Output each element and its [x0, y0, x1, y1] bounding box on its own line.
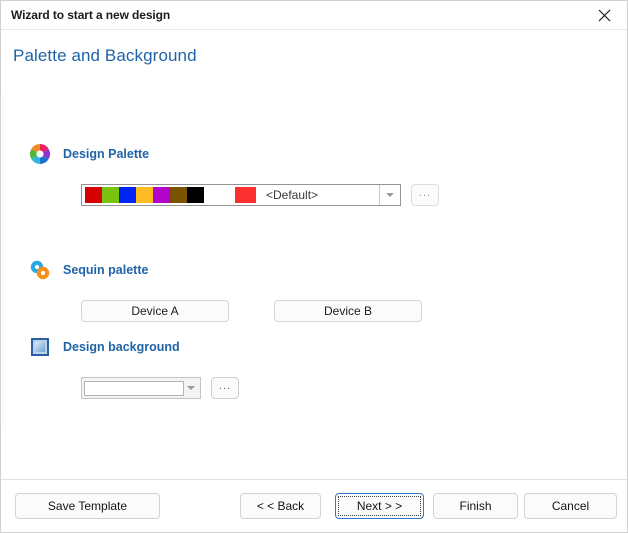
- sequin-palette-title: Sequin palette: [63, 263, 149, 277]
- window-title: Wizard to start a new design: [11, 8, 171, 22]
- palette-swatch: [102, 187, 119, 203]
- design-background-combo[interactable]: [81, 377, 201, 399]
- palette-swatch: [187, 187, 204, 203]
- design-background-dropdown-arrow[interactable]: [182, 378, 200, 398]
- back-button[interactable]: < < Back: [240, 493, 321, 519]
- design-background-title: Design background: [63, 340, 180, 354]
- section-sequin-palette: Sequin palette Device A Device B: [1, 258, 627, 322]
- design-background-row: ...: [81, 377, 627, 399]
- section-design-background: Design background ...: [1, 335, 627, 399]
- device-b-button[interactable]: Device B: [274, 300, 422, 322]
- design-palette-combo[interactable]: <Default>: [81, 184, 401, 206]
- design-palette-title: Design Palette: [63, 147, 150, 161]
- footer-button-bar: Save Template < < Back Next > > Finish C…: [1, 479, 627, 532]
- chevron-down-icon: [187, 386, 195, 390]
- cancel-button[interactable]: Cancel: [524, 493, 617, 519]
- palette-swatch: [85, 187, 102, 203]
- palette-selected-swatch: [235, 187, 256, 203]
- palette-swatch: [153, 187, 170, 203]
- sequin-device-row: Device A Device B: [81, 300, 627, 322]
- device-a-button[interactable]: Device A: [81, 300, 229, 322]
- sequin-icon: [29, 259, 51, 281]
- design-palette-dropdown-arrow[interactable]: [379, 185, 400, 205]
- wizard-window: Wizard to start a new design Palette and…: [0, 0, 628, 533]
- title-bar: Wizard to start a new design: [1, 1, 627, 30]
- sequin-palette-header: Sequin palette: [29, 258, 627, 282]
- palette-swatch: [170, 187, 187, 203]
- wizard-content: Design Palette <Default> ... Sequin pale…: [1, 66, 627, 514]
- close-icon: [598, 9, 611, 22]
- design-palette-value: <Default>: [266, 188, 319, 202]
- page-title: Palette and Background: [13, 46, 197, 65]
- section-design-palette: Design Palette <Default> ...: [1, 142, 627, 206]
- design-palette-browse-button[interactable]: ...: [411, 184, 439, 206]
- palette-swatch: [136, 187, 153, 203]
- next-button[interactable]: Next > >: [335, 493, 424, 519]
- background-frame-icon: [29, 336, 51, 358]
- color-wheel-icon: [29, 143, 51, 165]
- design-palette-row: <Default> ...: [81, 184, 627, 206]
- finish-button[interactable]: Finish: [433, 493, 518, 519]
- save-template-button[interactable]: Save Template: [15, 493, 160, 519]
- close-button[interactable]: [581, 1, 627, 29]
- design-background-header: Design background: [29, 335, 627, 359]
- design-palette-header: Design Palette: [29, 142, 627, 166]
- chevron-down-icon: [386, 193, 394, 197]
- next-button-label: Next > >: [356, 499, 403, 513]
- design-background-value: [84, 380, 184, 396]
- palette-swatch-strip: [85, 187, 256, 203]
- design-background-browse-button[interactable]: ...: [211, 377, 239, 399]
- palette-swatch: [119, 187, 136, 203]
